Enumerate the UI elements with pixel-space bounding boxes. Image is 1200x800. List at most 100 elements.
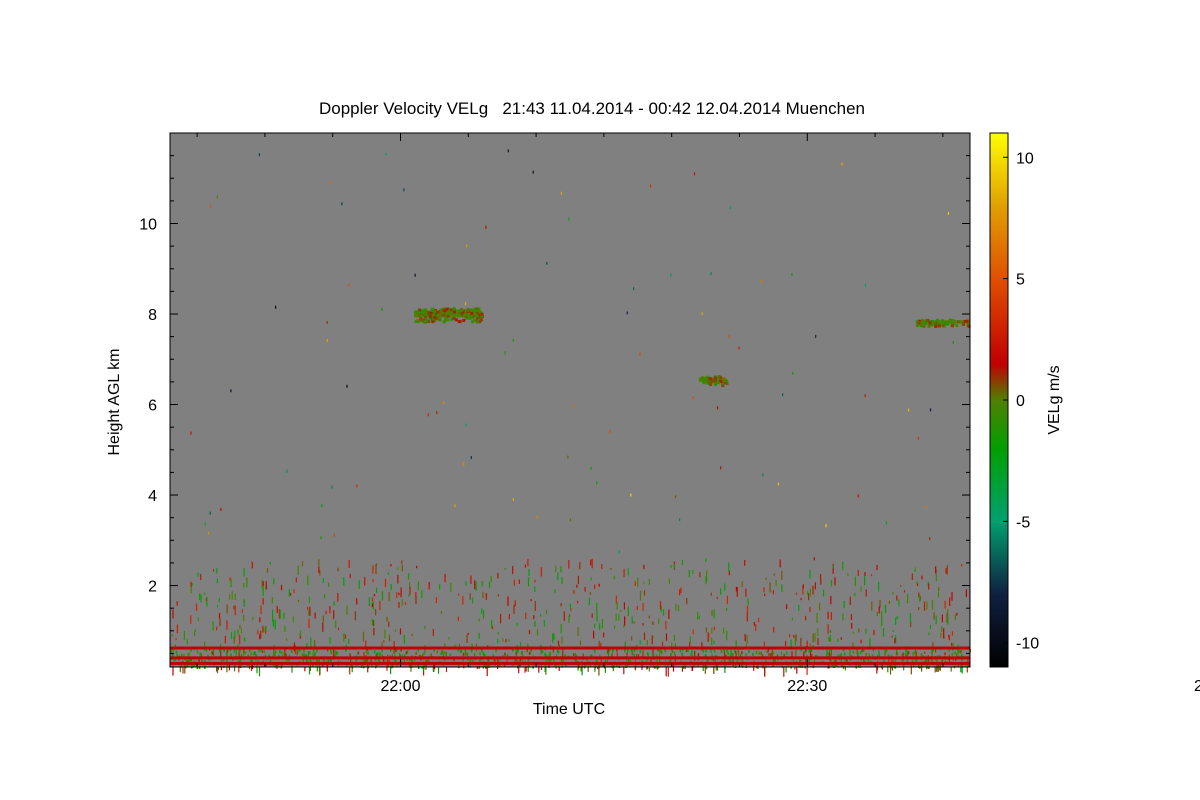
echo-speckle [675,495,677,499]
echo-speckle [772,590,774,595]
echo-speckle [609,429,611,433]
plot-area: 22:0022:3023:0023:3000:0000:30246810 [139,132,1200,695]
echo-speckle [679,518,681,522]
cloud-echo-pixel [713,376,717,380]
echo-speckle [786,651,788,655]
echo-speckle [507,596,509,606]
echo-speckle [333,533,335,537]
cloud-echo-pixel [924,322,928,326]
cloud-echo-pixel [416,319,419,323]
echo-speckle [216,578,218,584]
echo-speckle [524,666,526,673]
echo-speckle [318,663,321,674]
cloud-echo-pixel [941,319,944,323]
echo-speckle [639,590,642,601]
echo-speckle [200,594,202,603]
echo-speckle [387,572,389,575]
echo-speckle [943,628,945,639]
echo-speckle [216,195,218,199]
echo-speckle [497,632,499,635]
echo-speckle [404,602,407,605]
cloud-echo-pixel [965,319,969,323]
echo-speckle [356,598,358,605]
echo-speckle [532,170,534,174]
echo-speckle [397,574,399,584]
echo-speckle [373,593,376,597]
echo-speckle [517,649,519,653]
cloud-echo-pixel [418,308,422,312]
echo-speckle [262,598,264,605]
cloud-echo-pixel [452,307,456,311]
cloud-echo-pixel [480,312,484,316]
echo-speckle [527,558,529,567]
echo-speckle [365,659,367,662]
echo-speckle [864,394,866,398]
echo-speckle [842,613,844,621]
echo-speckle [907,593,909,604]
echo-speckle [789,634,791,638]
echo-speckle [408,573,410,578]
echo-speckle [190,581,192,587]
echo-speckle [274,619,276,630]
cloud-echo-pixel [431,320,435,324]
echo-speckle [440,651,442,655]
echo-speckle [328,582,330,587]
echo-speckle [894,638,896,644]
echo-speckle [544,652,546,656]
echo-speckle [758,617,760,623]
echo-speckle [746,611,748,622]
echo-speckle [481,580,483,587]
echo-speckle [403,188,405,192]
echo-speckle [830,595,832,605]
echo-speckle [505,639,507,643]
echo-speckle [329,606,331,614]
echo-speckle [466,244,468,248]
echo-speckle [768,652,770,656]
echo-speckle [330,649,332,653]
echo-speckle [732,653,734,657]
echo-speckle [308,596,310,603]
echo-speckle [415,595,417,604]
echo-speckle [318,566,320,573]
echo-speckle [263,627,265,633]
echo-speckle [730,651,732,655]
cloud-echo-pixel [938,324,941,328]
echo-speckle [613,575,615,580]
echo-speckle [445,651,447,655]
echo-speckle [711,610,713,616]
echo-speckle [777,482,779,486]
echo-speckle [197,617,199,622]
echo-speckle [773,573,775,576]
echo-speckle [528,568,530,577]
echo-speckle [648,615,650,619]
echo-speckle [598,640,600,647]
echo-speckle [234,593,236,600]
echo-speckle [643,581,645,584]
echo-speckle [513,579,515,586]
echo-speckle [176,624,178,634]
echo-speckle [233,605,235,610]
doppler-velocity-chart: Doppler Velocity VELg 21:43 11.04.2014 -… [106,99,1200,718]
echo-speckle [665,633,668,641]
echo-speckle [610,567,612,570]
echo-speckle [670,565,672,569]
echo-speckle [337,592,339,602]
echo-speckle [921,575,923,580]
echo-speckle [293,589,295,594]
echo-speckle [428,582,430,590]
echo-speckle [878,650,880,654]
echo-speckle [705,649,707,653]
echo-speckle [349,573,351,578]
echo-speckle [239,634,241,645]
echo-speckle [840,637,842,640]
echo-speckle [951,642,953,646]
cloud-echo-pixel [477,316,481,320]
echo-speckle [954,614,956,621]
echo-speckle [258,649,260,653]
echo-speckle [199,593,201,600]
cloud-echo-pixel [432,310,436,314]
echo-speckle [901,653,903,656]
cloud-echo-pixel [446,318,450,322]
echo-speckle [828,637,830,642]
echo-speckle [843,652,846,656]
